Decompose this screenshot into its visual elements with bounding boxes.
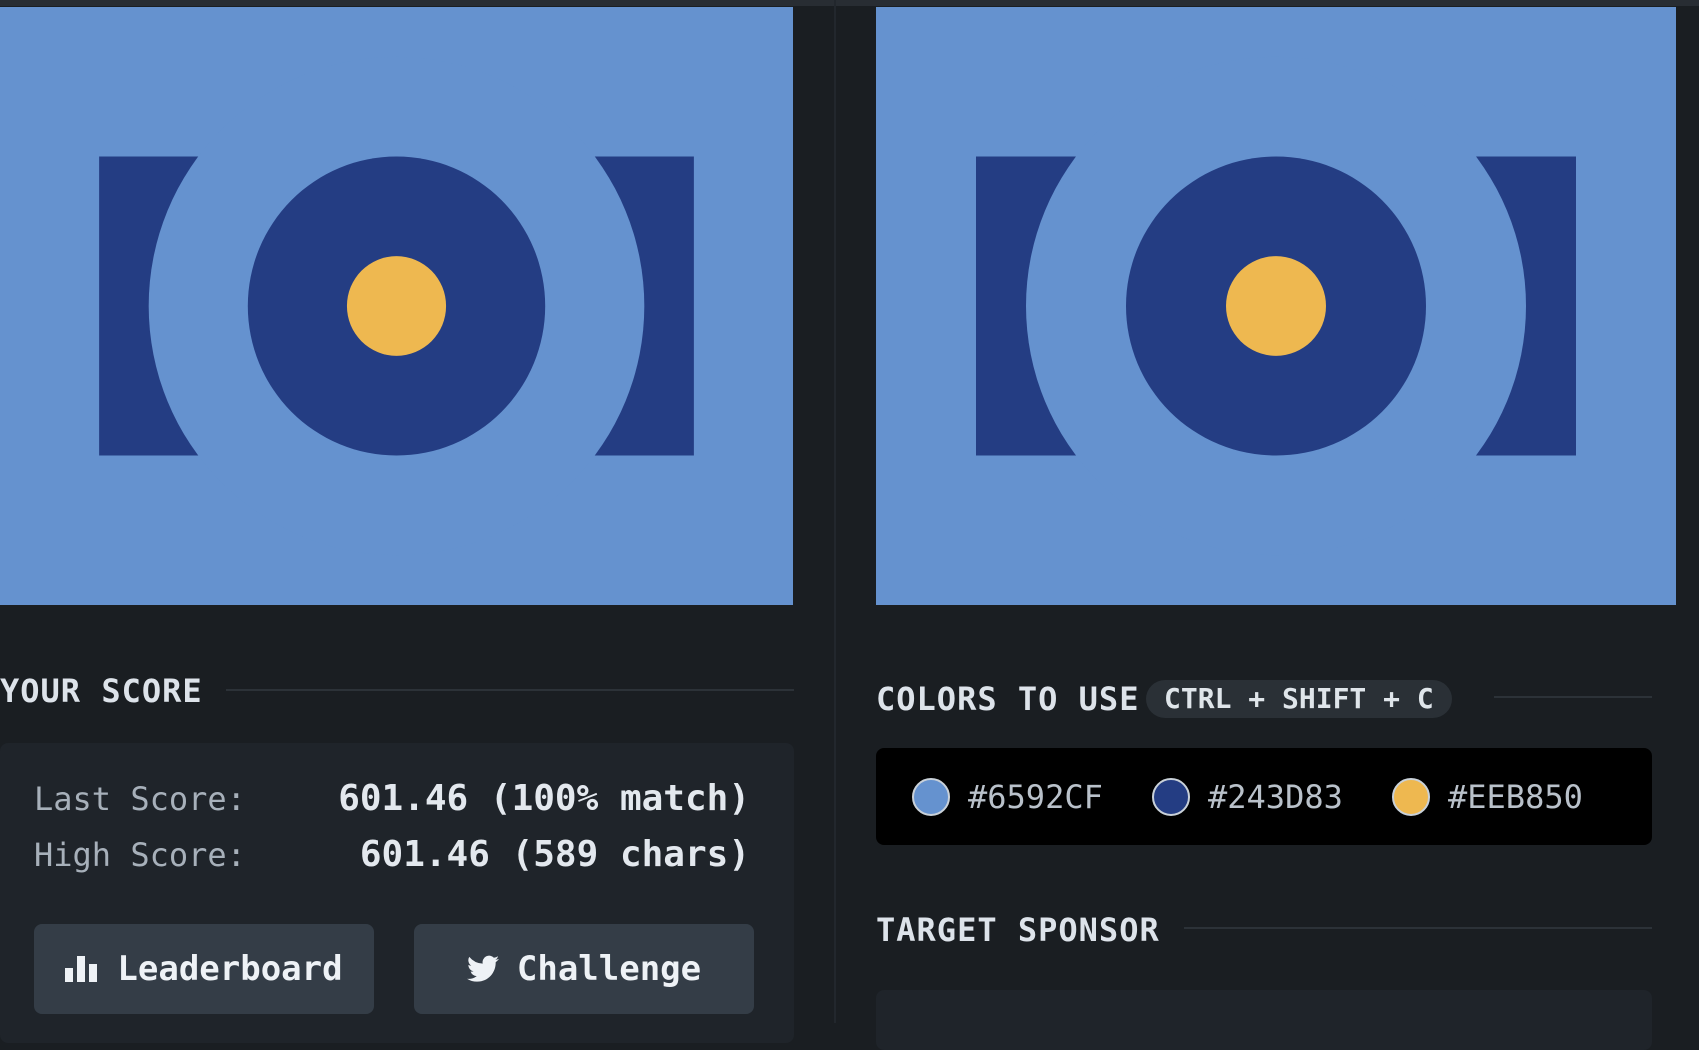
- sponsor-rule: [1184, 927, 1652, 929]
- last-score-label: Last Score:: [34, 780, 246, 818]
- color-item-2[interactable]: #243D83: [1152, 748, 1343, 845]
- last-score-value: 601.46 (100% match): [338, 778, 750, 819]
- shortcut-badge: CTRL + SHIFT + C: [1146, 680, 1452, 718]
- output-preview[interactable]: [0, 7, 793, 605]
- target-image: [876, 7, 1676, 605]
- bar-chart-icon: [65, 956, 99, 982]
- output-image: [0, 7, 793, 605]
- target-svg: [876, 7, 1676, 605]
- your-score-rule: [226, 689, 794, 691]
- sponsor-panel: [876, 990, 1652, 1050]
- color-hex[interactable]: #EEB850: [1448, 778, 1583, 816]
- center-dot: [346, 256, 447, 356]
- color-hex[interactable]: #243D83: [1208, 778, 1343, 816]
- color-palette: #6592CF #243D83 #EEB850: [876, 748, 1652, 845]
- target-sponsor-heading: TARGET SPONSOR: [876, 911, 1160, 949]
- your-score-heading: YOUR SCORE: [0, 672, 203, 710]
- color-swatch[interactable]: [1152, 777, 1190, 816]
- center-dot: [1226, 256, 1326, 356]
- high-score-label: High Score:: [34, 836, 246, 874]
- color-swatch[interactable]: [912, 777, 950, 816]
- colors-heading: COLORS TO USE: [876, 680, 1140, 718]
- color-item-1[interactable]: #6592CF: [912, 748, 1103, 845]
- color-hex[interactable]: #6592CF: [968, 778, 1103, 816]
- challenge-label: Challenge: [516, 949, 702, 989]
- colors-rule: [1494, 696, 1652, 698]
- challenge-button[interactable]: Challenge: [414, 924, 754, 1014]
- color-item-3[interactable]: #EEB850: [1392, 748, 1583, 845]
- twitter-icon: [466, 955, 499, 983]
- leaderboard-button[interactable]: Leaderboard: [34, 924, 374, 1014]
- color-swatch[interactable]: [1392, 777, 1430, 816]
- leaderboard-label: Leaderboard: [117, 949, 343, 989]
- high-score-value: 601.46 (589 chars): [359, 834, 750, 875]
- top-bar: [0, 0, 1699, 6]
- panel-divider: [834, 0, 836, 1023]
